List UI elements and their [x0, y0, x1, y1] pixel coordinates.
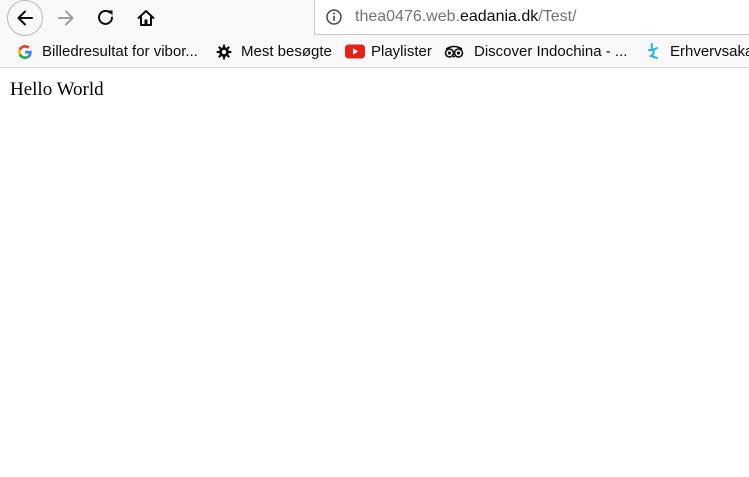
bookmark-playlister[interactable]: Playlister: [345, 36, 432, 67]
url-text[interactable]: thea0476.web.eadania.dk/Test/: [355, 8, 577, 26]
tripadvisor-icon: [444, 45, 464, 58]
home-button[interactable]: [129, 1, 163, 35]
arrow-right-icon: [58, 10, 74, 26]
reload-icon: [98, 9, 113, 25]
bookmark-most-visited[interactable]: Mest besøgte: [216, 36, 332, 67]
reload-button[interactable]: [89, 1, 123, 35]
bookmark-discover-indochina[interactable]: Discover Indochina - ...: [444, 36, 627, 67]
erhvervsakademi-icon: [648, 42, 658, 59]
bookmark-label: Discover Indochina - ...: [474, 43, 628, 60]
google-icon: [18, 44, 32, 59]
arrow-left-icon: [17, 10, 33, 26]
bookmark-label: Playlister: [371, 43, 432, 60]
url-prefix: thea0476.web.: [355, 8, 460, 25]
url-path: /Test/: [538, 8, 577, 25]
hello-text: Hello World: [10, 79, 104, 100]
url-domain: eadania.dk: [459, 8, 539, 25]
youtube-icon: [345, 44, 365, 59]
bookmark-label: Mest besøgte: [241, 43, 332, 60]
bookmark-label: Billedresultat for vibor...: [42, 43, 198, 60]
url-bar[interactable]: thea0476.web.eadania.dk/Test/: [314, 0, 749, 35]
browser-toolbar: thea0476.web.eadania.dk/Test/: [0, 0, 749, 36]
back-button[interactable]: [7, 0, 43, 36]
page-content: Hello World: [0, 68, 749, 477]
gear-icon: [216, 44, 232, 59]
home-icon: [137, 10, 155, 26]
bookmark-label: Erhvervsakad: [670, 43, 749, 60]
bookmark-erhvervsakademi[interactable]: Erhvervsakad: [645, 36, 749, 67]
bookmark-google-images[interactable]: Billedresultat for vibor...: [17, 36, 198, 67]
forward-button[interactable]: [49, 1, 83, 35]
info-icon[interactable]: [325, 8, 343, 26]
bookmarks-bar: Billedresultat for vibor... Mest besøgte…: [0, 36, 749, 68]
